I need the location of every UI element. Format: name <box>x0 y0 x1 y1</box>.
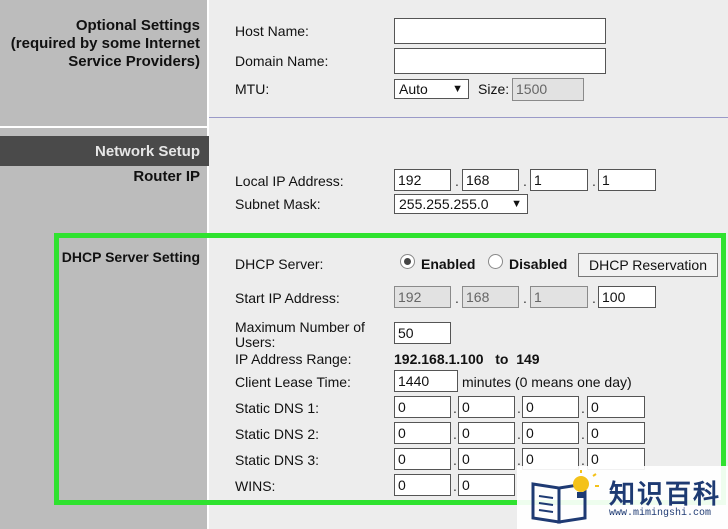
domain-name-input[interactable] <box>394 48 606 74</box>
watermark-url: www.mimingshi.com <box>609 508 712 519</box>
dhcp-highlight-frame <box>54 233 726 505</box>
local-ip-octet-1[interactable]: 192 <box>394 169 451 191</box>
book-lightbulb-logo-icon <box>531 470 599 524</box>
subnet-mask-value: 255.255.255.0 <box>399 196 489 212</box>
size-label: Size: <box>478 81 510 97</box>
optional-settings-subtitle-1: (required by some Internet <box>10 35 200 52</box>
local-ip-octet-4[interactable]: 1 <box>598 169 656 191</box>
local-ip-octet-3[interactable]: 1 <box>530 169 588 191</box>
domain-name-label: Domain Name: <box>235 53 329 69</box>
network-setup-heading: Network Setup <box>94 143 200 160</box>
dropdown-arrow-icon: ▼ <box>511 198 522 210</box>
ip-dot: . <box>455 173 459 189</box>
mtu-size-input[interactable]: 1500 <box>512 78 584 101</box>
mtu-label: MTU: <box>235 81 270 97</box>
watermark-title: 知识百科 <box>609 480 722 510</box>
mtu-select-value: Auto <box>399 81 428 97</box>
optional-settings-title: Optional Settings <box>75 17 200 34</box>
local-ip-octet-2[interactable]: 168 <box>462 169 519 191</box>
mtu-select[interactable]: Auto ▼ <box>394 79 469 99</box>
dropdown-arrow-icon: ▼ <box>452 83 463 95</box>
ip-dot: . <box>523 173 527 189</box>
local-ip-label: Local IP Address: <box>235 173 344 189</box>
optional-settings-subtitle-2: Service Providers) <box>68 53 200 70</box>
host-name-label: Host Name: <box>235 23 309 39</box>
router-ip-heading: Router IP <box>133 168 200 185</box>
host-name-input[interactable] <box>394 18 606 44</box>
sidebar-separator <box>0 126 209 128</box>
section-separator <box>209 117 728 118</box>
subnet-mask-label: Subnet Mask: <box>235 196 321 212</box>
watermark: 知识百科 www.mimingshi.com <box>517 466 728 529</box>
subnet-mask-select[interactable]: 255.255.255.0 ▼ <box>394 194 528 214</box>
ip-dot: . <box>592 173 596 189</box>
